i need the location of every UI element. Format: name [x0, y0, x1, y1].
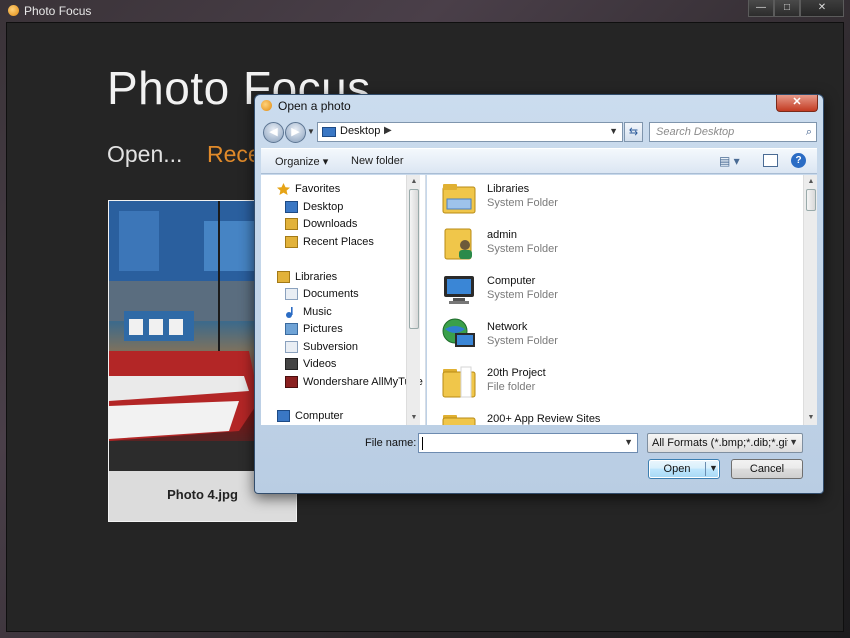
- file-type-filter-select[interactable]: All Formats (*.bmp;*.dib;*.gif;*. ▼: [647, 433, 803, 453]
- file-item-200-app-review-sites[interactable]: 200+ App Review Sites: [441, 407, 741, 425]
- user-folder-icon: [441, 225, 477, 261]
- file-list: Libraries System Folder admin System Fol…: [427, 175, 803, 425]
- app-title-bar[interactable]: Photo Focus — □ ✕: [0, 0, 850, 22]
- open-photo-dialog: Open a photo ✕ ◀ ▶ ▼ Desktop ▶ ▼ ⇆ Searc…: [254, 94, 824, 494]
- preview-pane-icon[interactable]: [763, 154, 778, 167]
- open-button-divider: [705, 462, 706, 476]
- scroll-down-arrow-icon[interactable]: ▼: [804, 411, 818, 425]
- dialog-title: Open a photo: [278, 99, 351, 113]
- address-chevron-down-icon[interactable]: ▼: [609, 126, 618, 136]
- file-item-20th-project[interactable]: 20th Project File folder: [441, 361, 741, 405]
- scroll-up-arrow-icon[interactable]: ▲: [407, 175, 421, 189]
- subversion-icon: [285, 341, 298, 353]
- music-icon: [285, 306, 298, 318]
- help-icon[interactable]: ?: [791, 153, 806, 168]
- close-button[interactable]: ✕: [800, 0, 844, 17]
- filter-chevron-down-icon[interactable]: ▼: [789, 437, 798, 447]
- recent-places-icon: [285, 236, 298, 248]
- history-chevron-down-icon[interactable]: ▼: [307, 127, 315, 136]
- scroll-down-arrow-icon[interactable]: ▼: [407, 411, 421, 425]
- refresh-icon[interactable]: ⇆: [624, 122, 643, 142]
- folder-icon: [441, 409, 477, 425]
- recent-link[interactable]: Rece: [207, 141, 261, 168]
- breadcrumb-chevron-right-icon[interactable]: ▶: [384, 125, 392, 136]
- dialog-app-icon: [261, 100, 272, 111]
- file-item-libraries[interactable]: Libraries System Folder: [441, 177, 741, 221]
- cancel-button[interactable]: Cancel: [731, 459, 803, 479]
- window-controls: — □ ✕: [748, 0, 844, 17]
- text-caret: [422, 437, 423, 450]
- file-list-scrollbar[interactable]: ▲ ▼: [803, 175, 817, 425]
- open-button[interactable]: Open ▼: [648, 459, 720, 479]
- search-icon[interactable]: ⌕: [806, 126, 812, 139]
- maximize-button[interactable]: □: [774, 0, 800, 17]
- forward-arrow-icon[interactable]: ▶: [285, 122, 306, 143]
- open-options-chevron-down-icon[interactable]: ▼: [709, 463, 718, 473]
- file-scroll-thumb[interactable]: [806, 189, 816, 211]
- nav-scroll-thumb[interactable]: [409, 189, 419, 329]
- folder-icon: [441, 363, 477, 399]
- open-link[interactable]: Open...: [107, 141, 182, 168]
- file-name-label: File name:: [365, 437, 417, 449]
- computer-icon: [441, 271, 477, 307]
- pictures-icon: [285, 323, 298, 335]
- computer-icon: [277, 410, 290, 422]
- nav-pane-scrollbar[interactable]: ▲ ▼: [406, 175, 420, 425]
- dialog-toolbar: Organize ▾ New folder ▤ ▾ ?: [261, 148, 817, 174]
- document-icon: [285, 288, 298, 300]
- file-name-input[interactable]: ▼: [418, 433, 638, 453]
- change-view-icon[interactable]: ▤ ▾: [719, 154, 740, 168]
- address-location[interactable]: Desktop: [340, 125, 380, 137]
- dialog-title-bar[interactable]: Open a photo ✕: [255, 95, 823, 117]
- dialog-close-button[interactable]: ✕: [776, 95, 818, 112]
- video-icon: [285, 358, 298, 370]
- libraries-icon: [277, 271, 290, 283]
- navigation-pane: Favorites Desktop Downloads Recent Place…: [261, 175, 426, 425]
- search-placeholder: Search Desktop: [656, 126, 735, 138]
- desktop-icon: [322, 127, 336, 137]
- app-window-title: Photo Focus: [24, 4, 92, 18]
- scroll-up-arrow-icon[interactable]: ▲: [804, 175, 818, 189]
- file-item-computer[interactable]: Computer System Folder: [441, 269, 741, 313]
- network-icon: [441, 317, 477, 353]
- libraries-folder-icon: [441, 179, 477, 215]
- search-input[interactable]: Search Desktop ⌕: [649, 122, 817, 142]
- organize-button[interactable]: Organize ▾: [275, 155, 328, 168]
- allmytube-icon: [285, 376, 298, 388]
- file-item-admin[interactable]: admin System Folder: [441, 223, 741, 267]
- back-arrow-icon[interactable]: ◀: [263, 122, 284, 143]
- app-logo-icon: [8, 5, 19, 16]
- minimize-button[interactable]: —: [748, 0, 774, 17]
- file-item-network[interactable]: Network System Folder: [441, 315, 741, 359]
- file-name-chevron-down-icon[interactable]: ▼: [624, 437, 633, 447]
- downloads-folder-icon: [285, 218, 298, 230]
- star-icon: [277, 183, 290, 195]
- address-bar[interactable]: Desktop ▶ ▼: [317, 122, 623, 142]
- new-folder-button[interactable]: New folder: [351, 155, 404, 167]
- open-button-label: Open: [663, 463, 691, 475]
- file-type-filter-value: All Formats (*.bmp;*.dib;*.gif;*.: [652, 437, 788, 449]
- desktop-icon: [285, 201, 298, 213]
